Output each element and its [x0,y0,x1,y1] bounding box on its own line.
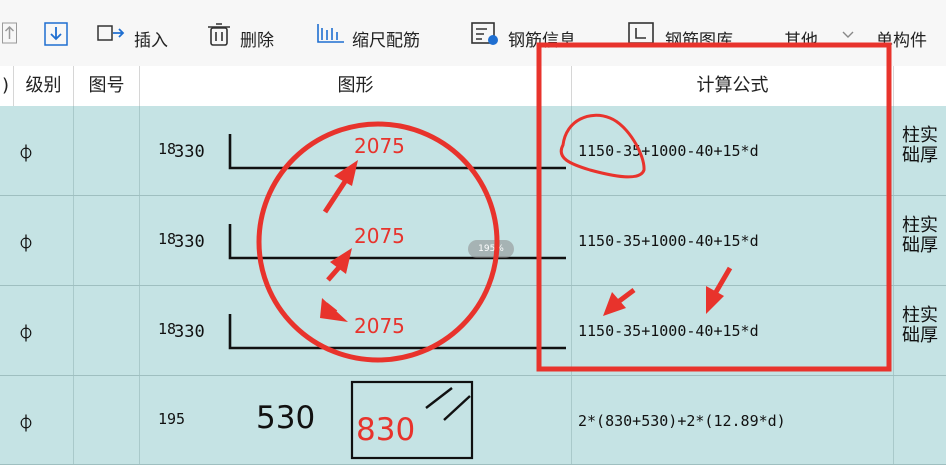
remark-line-2: 础厚 [902,325,938,346]
toolbar-insert-label[interactable]: 插入 [134,26,168,51]
shape-cell[interactable]: 330 2075 [140,286,572,375]
table-row[interactable]: ⏀ 195 530 830 2*(830+530)+2*(12.89*d) [0,376,946,465]
toolbar-other-menu[interactable]: 其他 [784,26,818,51]
grade-symbol: ⏀ [18,414,35,433]
remark-line-2: 础厚 [902,235,938,256]
figure-no-cell[interactable]: 18 [74,286,176,375]
arrow-down-icon[interactable] [44,22,70,46]
grade-cell[interactable]: ⏀ [0,196,74,285]
remark-cell[interactable] [894,376,946,464]
grade-cell[interactable]: ⏀ [0,286,74,375]
formula-cell[interactable]: 1150-35+1000-40+15*d [572,106,894,195]
chevron-down-icon[interactable] [842,30,854,40]
remark-line-1: 柱实 [902,215,938,236]
shape-length-value: 2075 [354,224,405,248]
toolbar-rebar-info-label[interactable]: 钢筋信息 [508,26,576,51]
column-header-grade[interactable]: 级别 [14,66,74,106]
formula-cell[interactable]: 1150-35+1000-40+15*d [572,196,894,285]
figure-no-cell[interactable]: 18 [74,106,176,195]
shape-cell[interactable]: 530 830 [140,376,572,464]
table-header: ) 级别 图号 图形 计算公式 [0,66,946,107]
rebar-table: ) 级别 图号 图形 计算公式 ⏀ 18 330 2075 1150-35+10… [0,66,946,465]
shape-length-value: 2075 [354,314,405,338]
toolbar-rebar-library-label[interactable]: 钢筋图库 [665,26,733,51]
table-row[interactable]: ⏀ 18 330 2075 1150-35+1000-40+15*d 柱实 础厚 [0,286,946,376]
rebar-library-icon[interactable] [628,22,658,46]
grade-cell[interactable]: ⏀ [0,106,74,195]
shape-cell[interactable]: 330 2075 [140,106,572,195]
toolbar: 插入 删除 缩尺配筋 钢筋信息 钢筋图库 其他 单构件 [0,0,946,67]
remark-cell[interactable]: 柱实 础厚 [894,286,946,375]
arrow-up-icon[interactable] [2,22,18,44]
figure-no-cell[interactable]: 195 [74,376,185,464]
rebar-info-icon[interactable] [471,22,501,46]
column-header-remark[interactable] [894,66,946,106]
grade-cell[interactable]: ⏀ [0,376,74,464]
remark-line-1: 柱实 [902,125,938,146]
remark-line-1: 柱实 [902,305,938,326]
formula-text: 2*(830+530)+2*(12.89*d) [578,412,786,430]
toolbar-single-component-label[interactable]: 单构件 [876,26,927,51]
scale-icon[interactable] [316,22,346,46]
column-header-shape[interactable]: 图形 [140,66,572,106]
formula-text: 1150-35+1000-40+15*d [578,322,759,340]
formula-cell[interactable]: 1150-35+1000-40+15*d [572,286,894,375]
table-row[interactable]: ⏀ 18 330 2075 1150-35+1000-40+15*d 柱实 础厚 [0,106,946,196]
remark-cell[interactable]: 柱实 础厚 [894,196,946,285]
figure-no-cell[interactable]: 18 [74,196,176,285]
formula-text: 1150-35+1000-40+15*d [578,142,759,160]
shape-length-value: 830 [356,412,416,448]
delete-icon[interactable] [207,22,233,46]
grade-symbol: ⏀ [18,144,35,163]
column-header-formula[interactable]: 计算公式 [572,66,894,106]
formula-text: 1150-35+1000-40+15*d [578,232,759,250]
remark-cell[interactable]: 柱实 础厚 [894,106,946,195]
shape-length-value: 2075 [354,134,405,158]
remark-line-2: 础厚 [902,145,938,166]
zoom-badge: 195% [468,240,514,258]
grade-symbol: ⏀ [18,324,35,343]
toolbar-scale-label[interactable]: 缩尺配筋 [352,26,420,51]
grade-symbol: ⏀ [18,234,35,253]
insert-icon[interactable] [97,22,127,44]
column-header-partial: ) [0,66,14,106]
formula-cell[interactable]: 2*(830+530)+2*(12.89*d) [572,376,894,464]
column-header-figure-no[interactable]: 图号 [74,66,140,106]
toolbar-delete-label[interactable]: 删除 [240,26,274,51]
